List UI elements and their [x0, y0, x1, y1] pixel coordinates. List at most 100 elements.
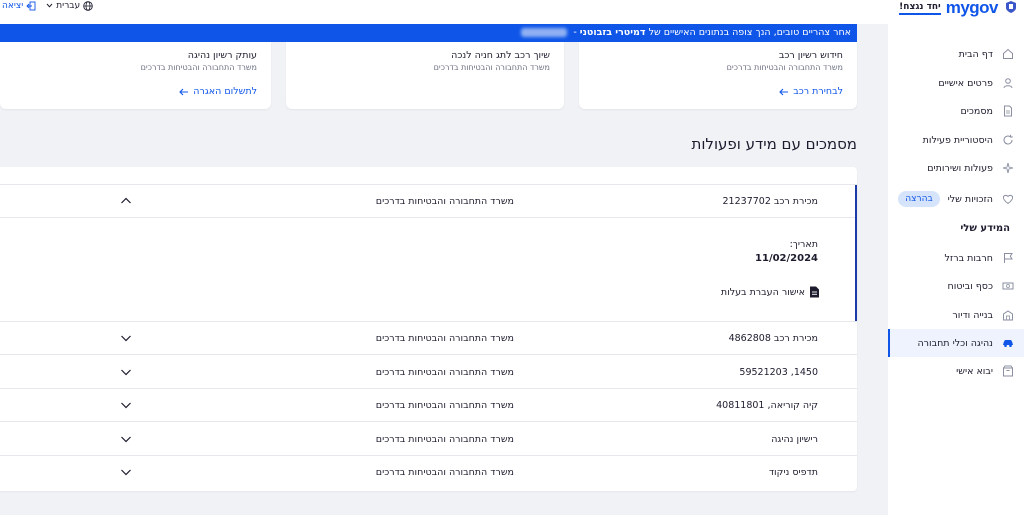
sidebar-item-money[interactable]: כסף וביטוח	[888, 272, 1024, 300]
flag-icon	[1004, 253, 1013, 263]
sidebar-item-documents[interactable]: מסמכים	[888, 97, 1024, 125]
chevron-up-icon[interactable]	[120, 196, 132, 206]
card-link[interactable]: לבחירת רכב	[779, 86, 843, 97]
top-bar: יחד נגצח! mygov עברית יציאה	[0, 0, 1024, 24]
user-icon	[1003, 78, 1013, 89]
document-office: משרד התחבורה והבטיחות בדרכים	[375, 434, 514, 445]
card-link[interactable]: לתשלום האגרה	[179, 86, 257, 97]
money-icon	[1002, 282, 1014, 290]
documents-table: מכירת רכב 21237702 משרד התחבורה והבטיחות…	[0, 167, 857, 491]
table-row[interactable]: 1450, 59521203 משרד התחבורה והבטיחות בדר…	[0, 356, 857, 389]
ownership-transfer-link[interactable]: אישור העברת בעלות	[721, 286, 820, 298]
sidebar-item-import[interactable]: יבוא אישי	[888, 357, 1024, 385]
sidebar-item-driving[interactable]: נהיגה וכלי תחבורה	[888, 329, 1024, 357]
date-value: 11/02/2024	[755, 253, 818, 264]
table-header	[0, 167, 857, 185]
service-card-license-copy[interactable]: עותק רשיון נהיגה משרד התחבורה והבטיחות ב…	[0, 42, 271, 109]
service-card-renew-license[interactable]: חידוש רשיון רכב משרד התחבורה והבטיחות בד…	[579, 42, 857, 109]
chevron-down-icon	[46, 3, 53, 8]
my-info-heading: המידע שלי	[960, 223, 1010, 234]
chevron-down-icon[interactable]	[120, 400, 132, 410]
chevron-down-icon[interactable]	[120, 333, 132, 343]
language-label: עברית	[56, 0, 81, 11]
document-name: מכירת רכב 4862808	[728, 333, 818, 344]
table-row[interactable]: מכירת רכב 21237702 משרד התחבורה והבטיחות…	[0, 185, 857, 218]
language-selector[interactable]: עברית	[46, 1, 93, 11]
document-office: משרד התחבורה והבטיחות בדרכים	[375, 367, 514, 378]
sidebar-item-rights[interactable]: הזכויות שלי בהרצה	[888, 185, 1024, 213]
document-icon	[1004, 105, 1012, 117]
history-icon	[1003, 134, 1013, 145]
date-label: תאריך:	[789, 239, 818, 250]
greeting-text: אחר צהריים טובים, הנך צופה בנתונים האישי…	[648, 27, 851, 38]
expanded-row-detail: תאריך: 11/02/2024 אישור העברת בעלות	[0, 218, 857, 322]
sidebar-item-label: הזכויות שלי	[947, 193, 993, 205]
greeting-banner: אחר צהריים טובים, הנך צופה בנתונים האישי…	[0, 24, 857, 42]
redacted-id	[521, 28, 568, 37]
table-row[interactable]: קיה קוריאה, 40811801 משרד התחבורה והבטיח…	[0, 389, 857, 422]
sidebar-item-home[interactable]: דף הבית	[888, 40, 1024, 68]
sidebar-item-label: בנייה ודיור	[952, 309, 993, 321]
logo-text: mygov	[945, 0, 999, 17]
sidebar-item-services[interactable]: פעולות ושירותים	[888, 154, 1024, 182]
car-icon	[1003, 340, 1013, 347]
globe-icon	[83, 0, 93, 11]
logout-icon	[26, 1, 36, 10]
document-name: 1450, 59521203	[739, 367, 818, 378]
table-row[interactable]: רישיון נהיגה משרד התחבורה והבטיחות בדרכי…	[0, 423, 857, 456]
chevron-down-icon[interactable]	[120, 467, 132, 477]
card-link-label: לבחירת רכב	[793, 86, 843, 97]
sidebar-item-iron-swords[interactable]: חרבות ברזל	[888, 244, 1024, 272]
document-name: רישיון נהיגה	[771, 434, 818, 445]
sidebar-item-label: פרטים אישיים	[938, 77, 993, 89]
service-card-disabled-parking[interactable]: שיוך רכב לתג חניה לנכה משרד התחבורה והבט…	[286, 42, 564, 109]
chevron-down-icon[interactable]	[120, 367, 132, 377]
chevron-down-icon[interactable]	[120, 434, 132, 444]
document-office: משרד התחבורה והבטיחות בדרכים	[375, 467, 514, 478]
banner-separator: -	[573, 27, 577, 38]
exit-label: יציאה	[2, 0, 24, 11]
logo-tagline: יחד נגצח!	[899, 2, 941, 15]
card-title: חידוש רשיון רכב	[778, 50, 843, 61]
sidebar: דף הבית פרטים אישיים מסמכים היסטוריית פע…	[888, 24, 1024, 515]
arrow-left-icon	[779, 88, 789, 95]
state-emblem-icon	[1006, 1, 1016, 13]
building-icon	[1003, 310, 1013, 321]
document-office: משרד התחבורה והבטיחות בדרכים	[375, 400, 514, 411]
arrow-left-icon	[179, 88, 189, 95]
card-subtitle: משרד התחבורה והבטיחות בדרכים	[140, 63, 257, 72]
sparkle-icon	[1002, 162, 1014, 174]
sidebar-item-label: מסמכים	[960, 105, 993, 117]
document-name: תדפיס ניקוד	[768, 467, 818, 478]
document-office: משרד התחבורה והבטיחות בדרכים	[375, 333, 514, 344]
card-title: שיוך רכב לתג חניה לנכה	[451, 50, 550, 61]
card-subtitle: משרד התחבורה והבטיחות בדרכים	[726, 63, 843, 72]
card-subtitle: משרד התחבורה והבטיחות בדרכים	[433, 63, 550, 72]
sidebar-item-housing[interactable]: בנייה ודיור	[888, 301, 1024, 329]
file-document-icon	[810, 286, 819, 298]
beta-badge: בהרצה	[898, 191, 940, 207]
sidebar-item-label: היסטוריית פעילות	[922, 134, 993, 146]
sidebar-item-label: כסף וביטוח	[947, 280, 993, 292]
exit-button[interactable]: יציאה	[2, 1, 36, 11]
table-row[interactable]: תדפיס ניקוד משרד התחבורה והבטיחות בדרכים	[0, 456, 857, 489]
document-name: קיה קוריאה, 40811801	[716, 400, 818, 411]
card-title: עותק רשיון נהיגה	[187, 50, 257, 61]
sidebar-item-history[interactable]: היסטוריית פעילות	[888, 126, 1024, 154]
card-link-label: לתשלום האגרה	[193, 86, 257, 97]
sidebar-item-label: דף הבית	[958, 48, 993, 60]
heart-icon	[1002, 194, 1014, 205]
home-icon	[1003, 48, 1013, 59]
sidebar-item-personal[interactable]: פרטים אישיים	[888, 69, 1024, 97]
doc-link-label: אישור העברת בעלות	[720, 286, 805, 298]
user-name: דמיטרי בזבוטני	[579, 27, 646, 38]
table-row[interactable]: מכירת רכב 4862808 משרד התחבורה והבטיחות …	[0, 322, 857, 355]
top-actions: עברית יציאה	[2, 0, 93, 11]
sidebar-item-label: נהיגה וכלי תחבורה	[917, 337, 993, 349]
document-office: משרד התחבורה והבטיחות בדרכים	[375, 196, 514, 207]
package-icon	[1003, 365, 1013, 377]
sidebar-item-label: יבוא אישי	[956, 365, 993, 377]
site-logo[interactable]: יחד נגצח! mygov	[899, 0, 999, 17]
sidebar-item-label: חרבות ברזל	[944, 252, 993, 264]
section-title: מסמכים עם מידע ופעולות	[691, 135, 857, 153]
